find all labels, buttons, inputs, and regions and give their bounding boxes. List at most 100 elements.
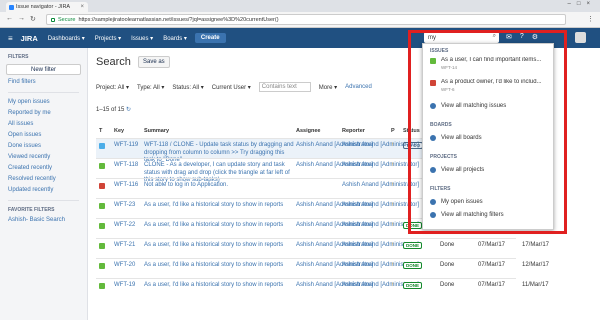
refresh-icon[interactable]: ↻ <box>126 107 131 113</box>
col-reporter[interactable]: Reporter <box>342 128 365 134</box>
table-row[interactable]: WFT-19 As a user, I'd like a historical s… <box>96 278 549 298</box>
status-badge: DONE <box>403 262 423 269</box>
status-badge: TO DO <box>403 142 424 149</box>
jira-logo[interactable]: JIRA <box>21 34 38 43</box>
window-controls[interactable]: –□× <box>568 1 596 7</box>
nav-boards[interactable]: Boards ▾ <box>163 35 187 42</box>
project-filter[interactable]: Project: All ▾ <box>96 84 129 91</box>
advanced-link[interactable]: Advanced <box>345 84 372 90</box>
issue-summary[interactable]: As a user, I'd like a historical story t… <box>144 282 294 290</box>
issue-summary[interactable]: As a user, I'd like a historical story t… <box>144 262 294 270</box>
nav-projects[interactable]: Projects ▾ <box>95 35 121 42</box>
gear-icon[interactable]: ⚙ <box>532 33 538 41</box>
results-count: 1–15 of 15 ↻ <box>96 106 131 113</box>
issue-created: 07/Mar/17 <box>478 282 506 288</box>
sidebar-item-created-recently[interactable]: Created recently <box>8 165 87 172</box>
issue-reporter[interactable]: Ashish Anand [Administrator] <box>342 202 419 210</box>
save-as-button[interactable]: Save as <box>138 56 170 68</box>
sidebar-item-viewed-recently[interactable]: Viewed recently <box>8 154 87 161</box>
col-type[interactable]: T <box>99 128 102 134</box>
table-row[interactable]: WFT-21 As a user, I'd like a historical s… <box>96 238 549 258</box>
search-result-issue[interactable]: As a product owner, I'd like to includ..… <box>430 79 550 97</box>
feedback-icon[interactable]: ✉ <box>506 33 512 41</box>
browser-tab[interactable]: Issue navigator - JIRA × <box>6 2 88 12</box>
projects-section-heading: PROJECTS <box>430 154 457 160</box>
sidebar-item-resolved-recently[interactable]: Resolved recently <box>8 176 87 183</box>
view-all-projects-label: View all projects <box>441 167 485 173</box>
url-field[interactable]: Secure https://samplejiratoolearnatlassi… <box>46 14 566 25</box>
sidebar-item-updated-recently[interactable]: Updated recently <box>8 187 87 194</box>
app-switcher-icon[interactable]: ≡ <box>8 34 13 43</box>
sidebar-item-all-issues[interactable]: All issues <box>8 121 87 128</box>
find-filters-link[interactable]: Find filters <box>8 79 87 86</box>
avatar[interactable] <box>575 32 586 43</box>
search-result-issue[interactable]: As a user, I can find important items...… <box>430 57 550 75</box>
sidebar-item-my-open-issues[interactable]: My open issues <box>8 99 87 106</box>
sidebar-item-open-issues[interactable]: Open issues <box>8 132 87 139</box>
issue-key[interactable]: WFT-118 <box>114 162 138 168</box>
issue-summary[interactable]: Not able to log in to Application. <box>144 182 294 190</box>
status-filter[interactable]: Status: All ▾ <box>172 84 203 91</box>
view-all-issues-link[interactable]: View all matching issues <box>430 103 506 109</box>
issue-summary[interactable]: As a user, I'd like a historical story t… <box>144 242 294 250</box>
url-text: https://samplejiratoolearnatlassian.net/… <box>78 16 279 23</box>
view-all-boards-link[interactable]: View all boards <box>430 135 482 141</box>
new-filter-button[interactable]: New filter <box>6 64 81 75</box>
browser-menu-icon[interactable]: ⋮ <box>587 15 594 23</box>
main-nav: Dashboards ▾ Projects ▾ Issues ▾ Boards … <box>48 35 187 42</box>
nav-issues[interactable]: Issues ▾ <box>131 35 153 42</box>
address-bar-row: ← → ↻ Secure https://samplejiratoolearna… <box>0 12 600 28</box>
issue-summary[interactable]: As a user, I'd like a historical story t… <box>144 202 294 210</box>
create-button[interactable]: Create <box>194 33 226 43</box>
issue-reporter[interactable]: Ashish Anand [Administrator] <box>342 182 419 190</box>
issue-reporter[interactable]: Ashish Anand [Administrator] <box>342 162 419 170</box>
col-priority[interactable]: P <box>391 128 395 134</box>
reload-icon[interactable]: ↻ <box>30 15 36 23</box>
priority-icon: ↑ <box>391 242 394 248</box>
sidebar-item-done-issues[interactable]: Done issues <box>8 143 87 150</box>
my-open-issues-label: My open issues <box>441 199 483 205</box>
assignee-filter[interactable]: Current User ▾ <box>212 84 251 91</box>
back-icon[interactable]: ← <box>6 15 13 22</box>
results-range: 1–15 of 15 <box>96 107 125 113</box>
issue-key[interactable]: WFT-21 <box>114 242 135 248</box>
issue-summary[interactable]: As a user, I'd like a historical story t… <box>144 222 294 230</box>
story-icon <box>99 223 105 229</box>
type-filter[interactable]: Type: All ▾ <box>137 84 164 91</box>
favorite-filters-heading: FAVORITE FILTERS <box>8 207 55 213</box>
table-row[interactable]: WFT-20 As a user, I'd like a historical s… <box>96 258 549 278</box>
search-icon <box>430 167 436 173</box>
issue-key[interactable]: WFT-22 <box>114 222 135 228</box>
col-assignee[interactable]: Assignee <box>296 128 320 134</box>
more-filter[interactable]: More ▾ <box>319 84 337 91</box>
col-summary[interactable]: Summary <box>144 128 169 134</box>
issue-created: 07/Mar/17 <box>478 242 506 248</box>
col-key[interactable]: Key <box>114 128 124 134</box>
issues-section-heading: ISSUES <box>430 48 449 54</box>
priority-icon: ↑ <box>391 282 394 288</box>
forward-icon[interactable]: → <box>18 15 25 22</box>
result-key: WFT-14 <box>441 65 458 70</box>
col-status[interactable]: Status <box>403 128 420 134</box>
filters-section-heading: FILTERS <box>430 186 451 192</box>
issue-key[interactable]: WFT-20 <box>114 262 135 268</box>
sidebar-item-reported-by-me[interactable]: Reported by me <box>8 110 87 117</box>
secure-label: Secure <box>58 16 76 23</box>
issue-key[interactable]: WFT-119 <box>114 142 138 148</box>
contains-text-input[interactable]: Contains text <box>258 82 311 92</box>
story-icon <box>99 163 105 169</box>
issue-key[interactable]: WFT-19 <box>114 282 135 288</box>
close-tab-icon[interactable]: × <box>80 4 84 10</box>
favorite-filter-item[interactable]: Ashish- Basic Search <box>8 217 87 224</box>
view-all-projects-link[interactable]: View all projects <box>430 167 484 173</box>
issue-key[interactable]: WFT-23 <box>114 202 135 208</box>
boards-section-heading: BOARDS <box>430 122 452 128</box>
help-icon[interactable]: ? <box>520 33 524 41</box>
issue-updated: 17/Mar/17 <box>522 242 550 248</box>
quick-search-input[interactable]: my ⌕ <box>424 32 499 43</box>
my-open-issues-filter[interactable]: My open issues <box>430 199 483 205</box>
issue-key[interactable]: WFT-116 <box>114 182 138 188</box>
issue-updated: 11/Mar/17 <box>522 282 549 288</box>
nav-dashboards[interactable]: Dashboards ▾ <box>48 35 85 42</box>
view-all-filters-link[interactable]: View all matching filters <box>430 212 504 218</box>
